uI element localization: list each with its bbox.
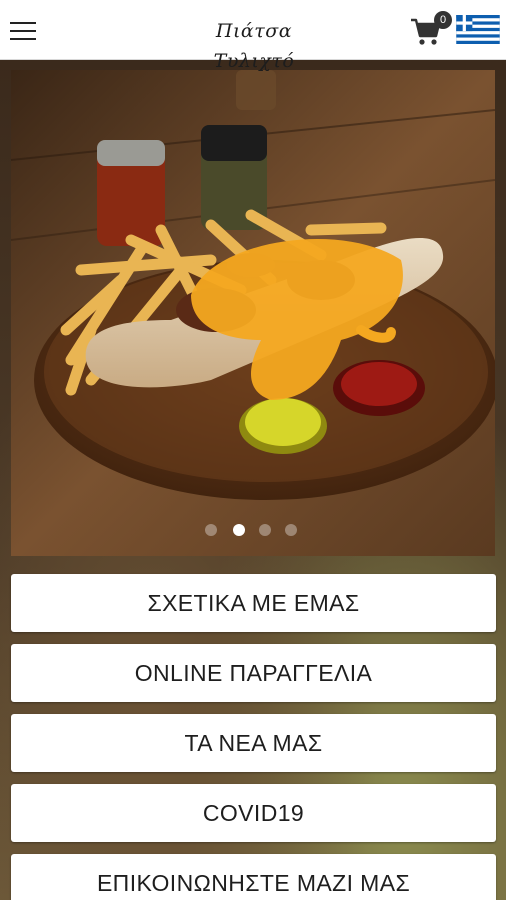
image-slider[interactable]: [11, 70, 495, 556]
food-photo: [11, 70, 495, 556]
cart-button[interactable]: 0: [409, 11, 453, 48]
slider-dot[interactable]: [285, 524, 297, 536]
contact-us-button[interactable]: ΕΠΙΚΟΙΝΩΝΗΣΤΕ ΜΑΖΙ ΜΑΣ: [11, 854, 496, 900]
slider-dots: [205, 523, 305, 537]
cart-count-badge: 0: [434, 11, 452, 29]
hamburger-menu-icon[interactable]: [10, 20, 36, 40]
about-us-button[interactable]: ΣΧΕΤΙΚΑ ΜΕ ΕΜΑΣ: [11, 574, 496, 632]
language-selector[interactable]: [456, 15, 500, 44]
news-button[interactable]: ΤΑ ΝΕΑ ΜΑΣ: [11, 714, 496, 772]
brand-logo[interactable]: Πιάτσα Τυλιχτό: [186, 16, 322, 72]
online-order-button[interactable]: ONLINE ΠΑΡΑΓΓΕΛΙΑ: [11, 644, 496, 702]
covid19-button[interactable]: COVID19: [11, 784, 496, 842]
slider-dot[interactable]: [205, 524, 217, 536]
slider-dot-active[interactable]: [233, 524, 245, 536]
app-header: Πιάτσα Τυλιχτό 0: [0, 0, 506, 72]
slider-dot[interactable]: [259, 524, 271, 536]
greek-flag-icon: [456, 15, 500, 44]
